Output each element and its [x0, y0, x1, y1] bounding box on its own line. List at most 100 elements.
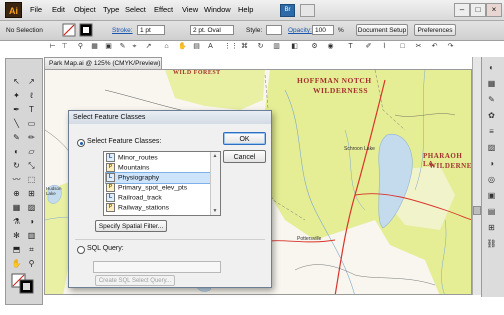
rotate-tool-icon[interactable]: ↻ [10, 159, 23, 172]
line-tool-icon[interactable]: ╲ [10, 117, 23, 130]
minimize-icon[interactable]: – [454, 3, 470, 17]
stroke-label[interactable]: Stroke: [112, 27, 133, 34]
ok-button[interactable]: OK [223, 132, 266, 145]
document-tab[interactable]: Park Map.ai @ 125% (CMYK/Preview) [44, 57, 162, 69]
warp-tool-icon[interactable]: 〰 [10, 173, 23, 186]
bridge-icon[interactable]: Br [280, 4, 295, 17]
gradient-tool-icon[interactable]: ▨ [25, 201, 38, 214]
layers-panel-icon[interactable]: ▤ [485, 206, 498, 218]
maximize-icon[interactable]: □ [470, 3, 486, 17]
list-item-selected[interactable]: L Physiography [105, 172, 211, 184]
brush-definition-field[interactable]: 2 pt. Oval [190, 25, 234, 35]
anchor-icon[interactable]: ⌖ [130, 43, 139, 51]
menu-view[interactable]: View [182, 5, 198, 14]
hand-icon[interactable]: ✋ [178, 43, 187, 51]
text-icon[interactable]: T [346, 43, 355, 51]
scroll-up-icon[interactable]: ▲ [212, 153, 218, 159]
list-item[interactable]: P Railway_stations [106, 203, 210, 213]
pencil-tool-icon[interactable]: ✏ [25, 131, 38, 144]
layer-icon[interactable]: ▤ [192, 43, 201, 51]
list-scrollbar[interactable]: ▲ ▼ [210, 152, 220, 215]
pen-tool-icon[interactable]: ✒ [10, 103, 23, 116]
select-feature-classes-radio[interactable] [77, 139, 85, 147]
path-icon[interactable]: ↗ [144, 43, 153, 51]
blend-tool-icon[interactable]: ◑ [25, 215, 38, 228]
select-similar-icon[interactable]: ▦ [90, 43, 99, 51]
fill-stroke-swatch[interactable] [62, 23, 96, 37]
table-icon[interactable]: ▥ [272, 43, 281, 51]
links-panel-icon[interactable]: ⛓ [485, 238, 498, 250]
refresh-icon[interactable]: ↻ [256, 43, 265, 51]
menu-type[interactable]: Type [103, 5, 119, 14]
rectangle-tool-icon[interactable]: ▭ [25, 117, 38, 130]
symbols-panel-icon[interactable]: ✿ [485, 110, 498, 122]
paintbrush-tool-icon[interactable]: ✎ [10, 131, 23, 144]
menu-file[interactable]: File [30, 5, 42, 14]
opacity-label[interactable]: Opacity: [288, 27, 312, 34]
magic-wand-tool-icon[interactable]: ✦ [10, 89, 23, 102]
scroll-down-icon[interactable]: ▼ [212, 208, 218, 214]
shape-builder-tool-icon[interactable]: ⊕ [10, 187, 23, 200]
draw-icon[interactable]: ✐ [364, 43, 373, 51]
lasso-tool-icon[interactable]: ℓ [25, 89, 38, 102]
artboard-tool-icon[interactable]: ⬒ [10, 243, 23, 256]
swatches-panel-icon[interactable]: ▦ [485, 78, 498, 90]
stroke-panel-icon[interactable]: ≡ [485, 126, 498, 138]
document-setup-button[interactable]: Document Setup [356, 24, 408, 36]
text-style-icon[interactable]: A [206, 43, 215, 51]
style-swatch[interactable] [266, 25, 282, 35]
perspective-grid-tool-icon[interactable]: ⊞ [25, 187, 38, 200]
align-center-icon[interactable]: ⊤ [60, 43, 69, 51]
eye-icon[interactable]: ◉ [326, 43, 335, 51]
warp-icon[interactable]: ⌇ [380, 43, 389, 51]
transparency-panel-icon[interactable]: ◑ [485, 158, 498, 170]
fill-stroke-tool-icon[interactable] [11, 273, 37, 295]
opacity-field[interactable]: 100 [312, 25, 334, 35]
graphic-styles-panel-icon[interactable]: ▣ [485, 190, 498, 202]
list-item[interactable]: L Railroad_track [106, 193, 210, 203]
preferences-button[interactable]: Preferences [414, 24, 456, 36]
color-panel-icon[interactable]: ◐ [485, 62, 498, 74]
menu-edit[interactable]: Edit [52, 5, 65, 14]
graph-tool-icon[interactable]: ▥ [25, 229, 38, 242]
menu-effect[interactable]: Effect [154, 5, 173, 14]
artboards-panel-icon[interactable]: ⊞ [485, 222, 498, 234]
grid-icon[interactable]: ⋮⋮ [224, 43, 238, 51]
arrange-documents-icon[interactable] [300, 4, 315, 17]
specify-spatial-filter-button[interactable]: Specify Spatial Filter... [95, 220, 167, 232]
free-transform-tool-icon[interactable]: ⬚ [25, 173, 38, 186]
direct-selection-tool-icon[interactable]: ↗ [25, 75, 38, 88]
cancel-button[interactable]: Cancel [223, 150, 266, 163]
gradient-panel-icon[interactable]: ▨ [485, 142, 498, 154]
list-item[interactable]: P Mountains [106, 163, 210, 173]
menu-select[interactable]: Select [125, 5, 146, 14]
stroke-weight-field[interactable]: 1 pt [137, 25, 165, 35]
view-icon[interactable]: ◧ [290, 43, 299, 51]
menu-help[interactable]: Help [238, 5, 253, 14]
align-left-icon[interactable]: ⊢ [48, 43, 57, 51]
mesh-tool-icon[interactable]: ▦ [10, 201, 23, 214]
scrollbar-thumb[interactable] [473, 206, 481, 215]
link-icon[interactable]: ⚲ [76, 43, 85, 51]
tag-icon[interactable]: ⌂ [162, 43, 171, 51]
selection-tool-icon[interactable]: ↖ [10, 75, 23, 88]
slice-tool-icon[interactable]: ⌗ [25, 243, 38, 256]
close-icon[interactable]: × [486, 3, 502, 17]
undo-icon[interactable]: ↶ [430, 43, 439, 51]
menu-object[interactable]: Object [74, 5, 96, 14]
square-icon[interactable]: □ [398, 43, 407, 51]
sql-query-radio[interactable] [77, 246, 85, 254]
map-icon[interactable]: ⌘ [240, 43, 249, 51]
zoom-tool-icon[interactable]: ⚲ [25, 257, 38, 270]
brushes-panel-icon[interactable]: ✎ [485, 94, 498, 106]
vertical-scrollbar[interactable] [472, 57, 481, 295]
symbol-sprayer-tool-icon[interactable]: ✻ [10, 229, 23, 242]
scale-tool-icon[interactable]: ⤡ [25, 159, 38, 172]
feature-class-list[interactable]: L Minor_routes P Mountains L Physiography P… [103, 151, 221, 216]
eyedropper-tool-icon[interactable]: ⚗ [10, 215, 23, 228]
scissors-icon[interactable]: ✂ [414, 43, 423, 51]
swatch-icon[interactable]: ▣ [104, 43, 113, 51]
list-item[interactable]: P Primary_spot_elev_pts [106, 183, 210, 193]
redo-icon[interactable]: ↷ [446, 43, 455, 51]
pen-icon[interactable]: ✎ [118, 43, 127, 51]
